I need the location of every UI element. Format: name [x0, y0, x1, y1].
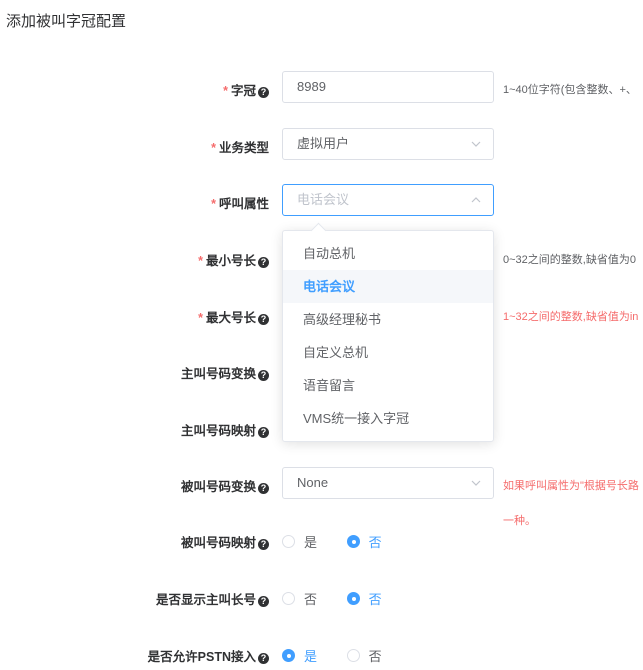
- callee-transform-label-text: 被叫号码变换: [180, 480, 256, 494]
- required-mark: *: [211, 197, 216, 211]
- chevron-down-icon: [471, 468, 481, 498]
- radio-circle[interactable]: [346, 592, 360, 605]
- radio-label: 是: [304, 649, 318, 664]
- page-title: 添加被叫字冠配置: [6, 13, 127, 30]
- required-mark: *: [198, 254, 203, 268]
- min-len-label: * 最小号长?: [198, 250, 269, 269]
- required-mark: *: [211, 141, 216, 155]
- max-len-label-text: 最大号长: [205, 311, 256, 325]
- radio-label: 否: [368, 649, 382, 664]
- show-caller-long-option-1-radio[interactable]: 否: [282, 589, 317, 608]
- callee-transform-select[interactable]: None: [282, 467, 494, 499]
- radio-label: 否: [368, 535, 382, 550]
- call-attr-select[interactable]: 电话会议: [282, 184, 494, 216]
- callee-mapping-no-radio[interactable]: 否: [346, 532, 382, 551]
- callee-mapping-label-text: 被叫号码映射: [180, 536, 256, 550]
- help-icon[interactable]: ?: [258, 314, 269, 325]
- help-icon[interactable]: ?: [258, 370, 269, 381]
- prefix-label-text: 字冠: [230, 84, 256, 98]
- dropdown-option[interactable]: 自动总机: [283, 237, 493, 270]
- required-mark: *: [223, 84, 228, 98]
- show-caller-long-radio-group: 否 否: [282, 589, 408, 608]
- service-type-select[interactable]: 虚拟用户: [282, 128, 494, 160]
- prefix-label: * 字冠?: [223, 80, 269, 99]
- min-len-hint: 0~32之间的整数,缺省值为0: [503, 254, 636, 266]
- required-mark: *: [198, 311, 203, 325]
- caller-mapping-label: 主叫号码映射?: [181, 420, 269, 439]
- caller-transform-label: 主叫号码变换?: [181, 363, 269, 382]
- prefix-value: 8989: [297, 79, 326, 94]
- radio-label: 否: [368, 592, 382, 607]
- radio-label: 否: [304, 592, 318, 607]
- callee-mapping-radio-group: 是 否: [282, 532, 408, 551]
- radio-circle[interactable]: [346, 535, 360, 548]
- show-caller-long-label-text: 是否显示主叫长号: [155, 593, 256, 607]
- help-icon[interactable]: ?: [258, 427, 269, 438]
- dropdown-arrow: [310, 222, 327, 239]
- call-attr-placeholder: 电话会议: [297, 192, 350, 207]
- help-icon[interactable]: ?: [258, 483, 269, 494]
- help-icon[interactable]: ?: [258, 87, 269, 98]
- callee-transform-value: None: [297, 475, 329, 490]
- service-type-value: 虚拟用户: [297, 136, 350, 151]
- radio-circle[interactable]: [282, 535, 295, 548]
- prefix-hint: 1~40位字符(包含整数、+、: [503, 84, 637, 96]
- radio-circle[interactable]: [346, 649, 360, 662]
- dropdown-option[interactable]: 自定义总机: [283, 336, 493, 369]
- callee-transform-hint: 如果呼叫属性为"根据号长路: [503, 480, 639, 492]
- dropdown-option[interactable]: 语音留言: [283, 369, 493, 402]
- caller-transform-label-text: 主叫号码变换: [180, 367, 256, 381]
- dropdown-option[interactable]: VMS统一接入字冠: [283, 402, 493, 435]
- callee-mapping-label: 被叫号码映射?: [181, 532, 269, 551]
- service-type-label-text: 业务类型: [218, 141, 269, 155]
- max-len-hint: 1~32之间的整数,缺省值为in: [503, 311, 639, 323]
- radio-circle[interactable]: [282, 592, 295, 605]
- dropdown-option-selected[interactable]: 电话会议: [283, 270, 493, 303]
- service-type-label: * 业务类型: [211, 137, 269, 156]
- prefix-input[interactable]: 8989: [282, 71, 494, 103]
- allow-pstn-label: 是否允许PSTN接入?: [148, 646, 269, 665]
- call-attr-label: * 呼叫属性: [211, 193, 269, 212]
- chevron-up-icon: [471, 185, 481, 215]
- allow-pstn-label-text: 是否允许PSTN接入: [147, 650, 256, 664]
- help-icon[interactable]: ?: [258, 653, 269, 664]
- dropdown-option[interactable]: 高级经理秘书: [283, 303, 493, 336]
- radio-label: 是: [304, 535, 318, 550]
- callee-mapping-yes-radio[interactable]: 是: [282, 532, 317, 551]
- allow-pstn-no-radio[interactable]: 否: [346, 646, 382, 665]
- help-icon[interactable]: ?: [258, 539, 269, 550]
- min-len-label-text: 最小号长: [205, 254, 256, 268]
- max-len-label: * 最大号长?: [198, 307, 269, 326]
- allow-pstn-yes-radio[interactable]: 是: [282, 646, 317, 665]
- chevron-down-icon: [471, 129, 481, 159]
- show-caller-long-option-2-radio[interactable]: 否: [346, 589, 382, 608]
- callee-transform-hint-2: 一种。: [503, 515, 536, 527]
- radio-circle[interactable]: [282, 649, 295, 662]
- call-attr-label-text: 呼叫属性: [218, 197, 269, 211]
- show-caller-long-label: 是否显示主叫长号?: [156, 589, 269, 608]
- caller-mapping-label-text: 主叫号码映射: [180, 424, 256, 438]
- call-attr-dropdown: 自动总机 电话会议 高级经理秘书 自定义总机 语音留言 VMS统一接入字冠: [282, 222, 494, 442]
- help-icon[interactable]: ?: [258, 596, 269, 607]
- allow-pstn-radio-group: 是 否: [282, 646, 408, 665]
- callee-transform-label: 被叫号码变换?: [181, 476, 269, 495]
- help-icon[interactable]: ?: [258, 257, 269, 268]
